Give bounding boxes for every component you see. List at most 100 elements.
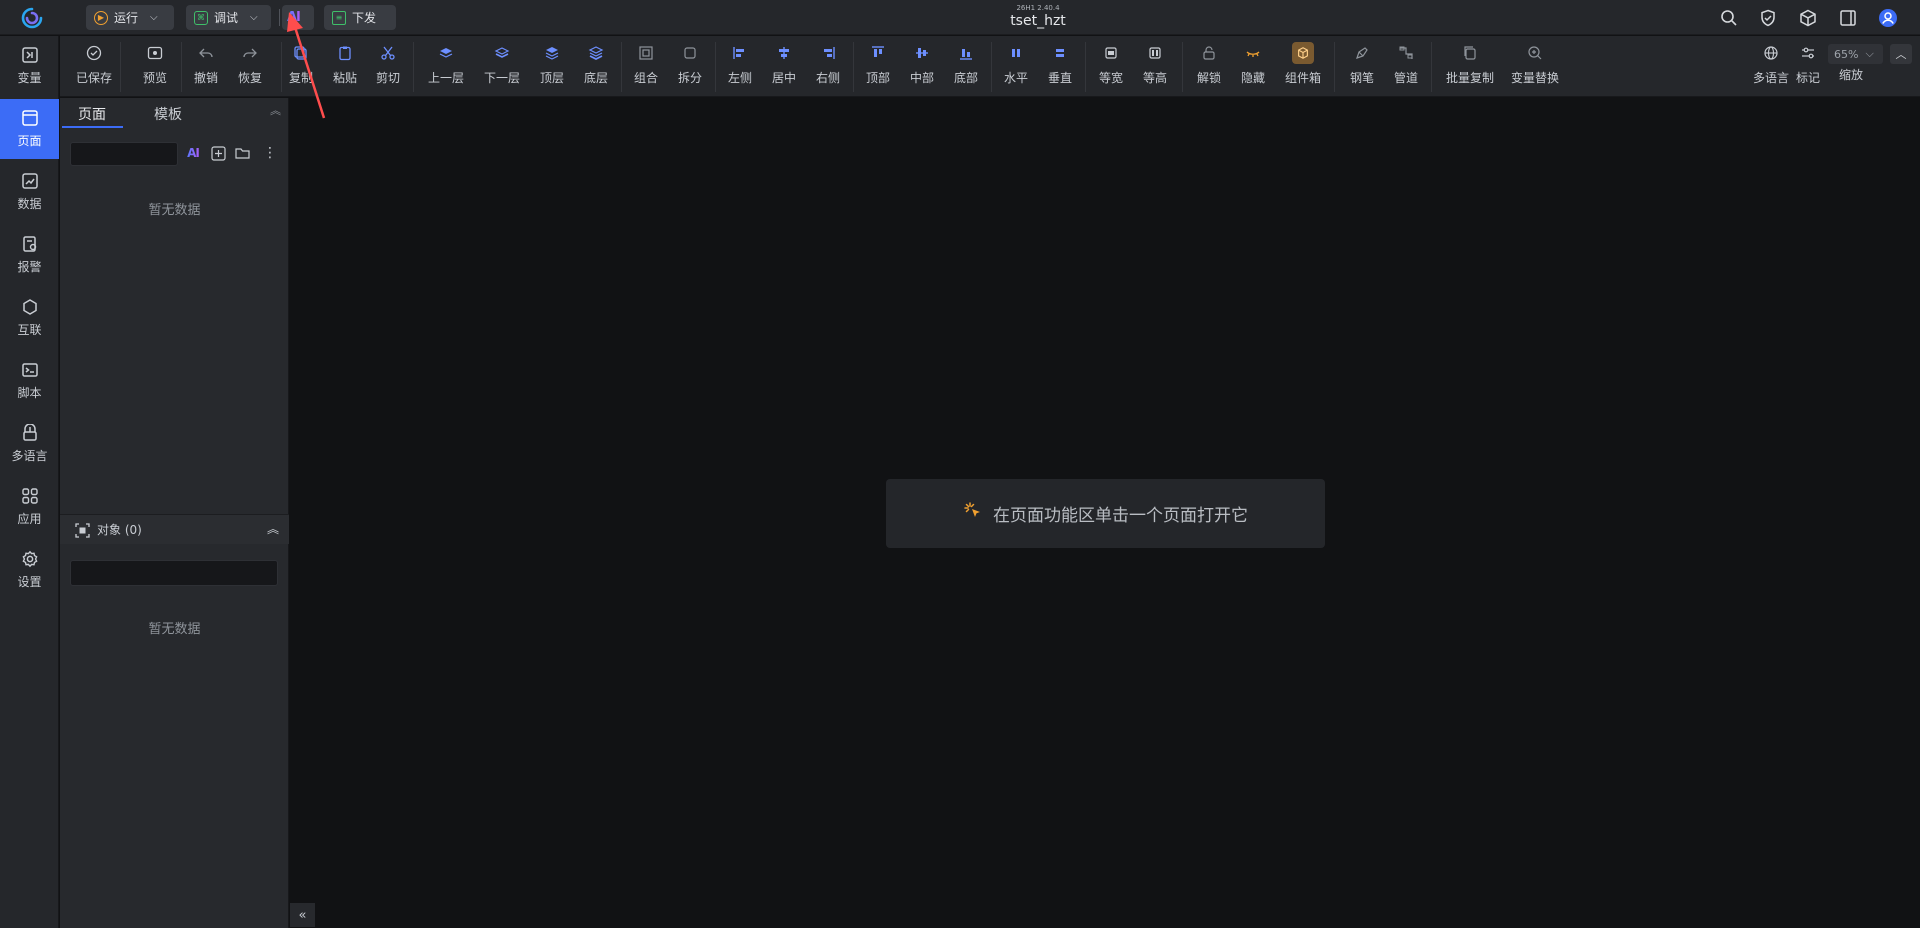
- layer-down-button[interactable]: 下一层: [484, 45, 520, 91]
- redo-button[interactable]: 恢复: [238, 45, 262, 91]
- undo-button[interactable]: 撤销: [194, 45, 218, 91]
- mark-button[interactable]: 标记: [1796, 45, 1820, 91]
- pipe-button[interactable]: 管道: [1394, 45, 1418, 91]
- hide-button[interactable]: 隐藏: [1241, 45, 1265, 91]
- script-icon: [21, 363, 38, 377]
- collapse-toolbar-button[interactable]: ︿: [1890, 44, 1912, 64]
- align-center-button[interactable]: 居中: [772, 45, 796, 91]
- objects-header: 对象 (0) ︽: [60, 514, 289, 544]
- object-search-input[interactable]: [70, 560, 278, 586]
- batch-copy-button[interactable]: 批量复制: [1446, 45, 1494, 91]
- align-bottom-button[interactable]: 底部: [954, 45, 978, 91]
- rail-label: 应用: [17, 512, 42, 526]
- align-middle-button[interactable]: 中部: [910, 45, 934, 91]
- rail-item-data[interactable]: 数据: [0, 162, 59, 222]
- align-left-button[interactable]: 左侧: [728, 45, 752, 91]
- batch-copy-icon: [1461, 45, 1479, 61]
- collapse-panel-icon[interactable]: ︽: [270, 102, 281, 118]
- rail-item-language[interactable]: 多语言: [0, 414, 59, 474]
- divider: [853, 42, 854, 92]
- rail-item-settings[interactable]: 设置: [0, 540, 59, 600]
- ai-generate-page-icon[interactable]: AI: [185, 145, 201, 161]
- pen-button[interactable]: 钢笔: [1350, 45, 1374, 91]
- paste-button[interactable]: 粘贴: [333, 45, 357, 91]
- rail-label: 互联: [17, 323, 42, 337]
- tab-pages[interactable]: 页面: [78, 104, 106, 124]
- rail-label: 脚本: [17, 386, 42, 400]
- rail-item-interconnect[interactable]: 互联: [0, 288, 59, 348]
- copy-button[interactable]: 复制: [289, 45, 313, 91]
- align-top-button[interactable]: 顶部: [866, 45, 890, 91]
- rail-item-script[interactable]: 脚本: [0, 351, 59, 411]
- ungroup-button[interactable]: 拆分: [678, 45, 702, 91]
- undo-icon: [197, 45, 215, 61]
- search-icon[interactable]: [1719, 8, 1739, 28]
- rail-item-variables[interactable]: 变量: [0, 36, 59, 96]
- collapse-objects-icon[interactable]: ︽: [267, 520, 279, 537]
- check-circle-icon: [85, 45, 103, 61]
- equal-width-button[interactable]: 等宽: [1099, 45, 1123, 91]
- chevron-down-icon: ⌵: [1865, 47, 1874, 60]
- user-avatar-icon[interactable]: [1878, 8, 1898, 28]
- interconnect-icon: [22, 299, 37, 315]
- unlock-button[interactable]: 解锁: [1197, 45, 1221, 91]
- align-left-icon: [731, 45, 749, 61]
- divider: [1334, 42, 1335, 92]
- group-button[interactable]: 组合: [634, 45, 658, 91]
- rail-label: 多语言: [11, 449, 48, 463]
- divider: [281, 42, 282, 92]
- tab-templates[interactable]: 模板: [154, 104, 182, 124]
- layer-up-icon: [437, 45, 455, 61]
- editor-toolbar: 已保存 预览 撤销 恢复 复制 粘贴 剪切 上一层 下一层 顶层 底层 组合 拆…: [60, 36, 1920, 97]
- active-tab-indicator: [62, 126, 123, 128]
- unlock-icon: [1200, 45, 1218, 61]
- component-box-button[interactable]: 组件箱: [1285, 42, 1321, 91]
- bottom-layer-button[interactable]: 底层: [584, 45, 608, 91]
- add-page-icon[interactable]: [210, 145, 226, 161]
- double-chevron-left-icon: «: [298, 907, 307, 923]
- left-nav-rail: 变量 页面 数据 报警 互联 脚本 多语言 应用 设置: [0, 36, 59, 928]
- pages-empty-text: 暂无数据: [148, 203, 201, 218]
- align-right-icon: [819, 45, 837, 61]
- more-options-icon[interactable]: ⋮: [262, 145, 278, 161]
- package-icon[interactable]: [1798, 8, 1818, 28]
- folder-icon[interactable]: [234, 145, 250, 161]
- multilang-button[interactable]: 多语言: [1753, 45, 1789, 91]
- saved-button[interactable]: 已保存: [76, 45, 112, 91]
- preview-button[interactable]: 预览: [143, 45, 167, 91]
- divider: [991, 42, 992, 92]
- cut-button[interactable]: 剪切: [376, 45, 400, 91]
- distribute-horizontal-icon: [1007, 45, 1025, 61]
- pen-icon: [1353, 45, 1371, 61]
- distribute-vertical-button[interactable]: 垂直: [1048, 45, 1072, 91]
- rail-label: 设置: [17, 575, 42, 589]
- page-search-input[interactable]: [70, 142, 178, 166]
- rail-item-pages[interactable]: 页面: [0, 99, 59, 159]
- expand-panel-button[interactable]: «: [290, 903, 315, 927]
- divider: [1085, 42, 1086, 92]
- align-middle-icon: [913, 45, 931, 61]
- rail-item-alarm[interactable]: 报警: [0, 225, 59, 285]
- equal-width-icon: [1102, 45, 1120, 61]
- top-layer-button[interactable]: 顶层: [540, 45, 564, 91]
- equal-height-button[interactable]: 等高: [1143, 45, 1167, 91]
- project-title: tset_hzt: [1010, 13, 1066, 29]
- redo-icon: [241, 45, 259, 61]
- distribute-horizontal-button[interactable]: 水平: [1004, 45, 1028, 91]
- zoom-select[interactable]: 65% ⌵: [1828, 44, 1883, 64]
- layer-up-button[interactable]: 上一层: [428, 45, 464, 91]
- rail-item-apps[interactable]: 应用: [0, 477, 59, 537]
- panel-layout-icon[interactable]: [1838, 8, 1858, 28]
- divider: [120, 42, 121, 92]
- rail-label: 报警: [17, 260, 42, 274]
- layer-down-icon: [493, 45, 511, 61]
- apps-icon: [21, 488, 38, 504]
- select-objects-icon: [75, 523, 90, 542]
- align-right-button[interactable]: 右侧: [816, 45, 840, 91]
- variable-replace-button[interactable]: 变量替换: [1511, 45, 1559, 91]
- distribute-vertical-icon: [1051, 45, 1069, 61]
- top-layer-icon: [543, 45, 561, 61]
- language-icon: [22, 424, 37, 441]
- data-icon: [21, 173, 38, 189]
- shield-check-icon[interactable]: [1758, 8, 1778, 28]
